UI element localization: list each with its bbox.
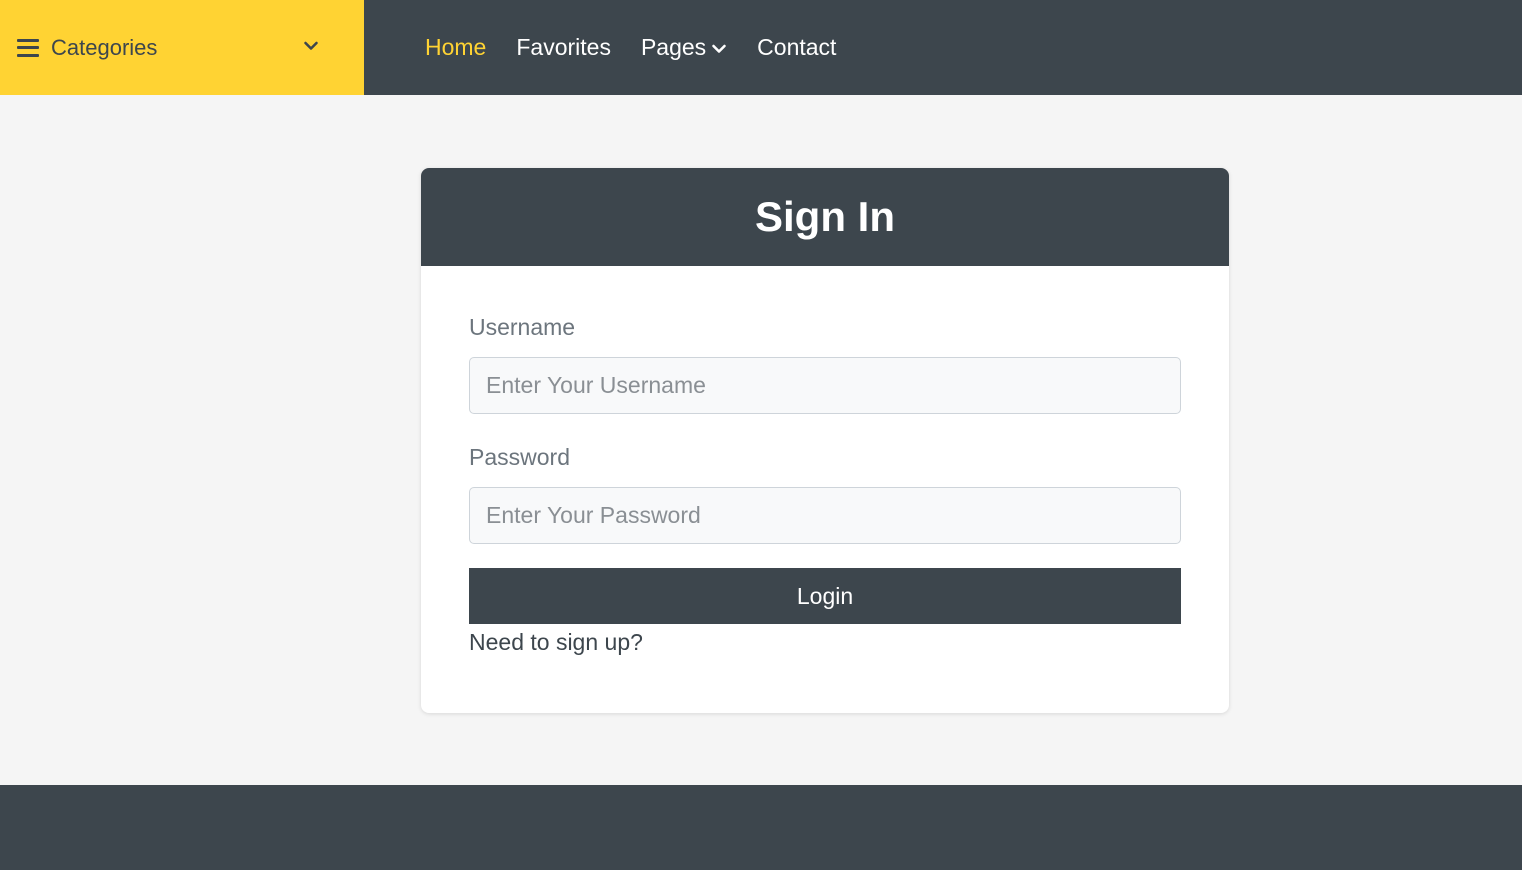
signin-form: Username Password Login Need to sign up?	[421, 266, 1229, 656]
signin-title: Sign In	[755, 193, 895, 240]
categories-label: Categories	[51, 34, 158, 60]
login-button[interactable]: Login	[469, 568, 1181, 624]
password-group: Password	[469, 444, 1181, 544]
signin-card-header: Sign In	[421, 168, 1229, 266]
bars-icon	[17, 38, 39, 57]
chevron-down-icon	[304, 41, 318, 50]
nav-favorites-label: Favorites	[516, 34, 611, 60]
signup-link[interactable]: Need to sign up?	[469, 629, 643, 656]
signin-card: Sign In Username Password Login Need to …	[421, 168, 1229, 713]
main-nav: Home Favorites Pages Contact	[425, 0, 866, 95]
password-input[interactable]	[469, 487, 1181, 544]
nav-contact-label: Contact	[757, 34, 837, 60]
categories-toggle[interactable]: Categories	[0, 0, 364, 95]
nav-contact[interactable]: Contact	[757, 34, 836, 61]
nav-favorites[interactable]: Favorites	[516, 34, 611, 61]
password-label: Password	[469, 444, 570, 470]
username-input[interactable]	[469, 357, 1181, 414]
chevron-down-icon	[712, 44, 726, 53]
nav-pages-label: Pages	[640, 34, 707, 60]
username-label: Username	[469, 314, 576, 340]
top-navbar: Categories Home Favorites Pages Contact	[0, 0, 1522, 95]
username-group: Username	[469, 314, 1181, 414]
footer	[0, 785, 1522, 870]
nav-pages-dropdown[interactable]: Pages	[641, 34, 727, 61]
nav-home-label: Home	[425, 34, 487, 60]
nav-home[interactable]: Home	[425, 34, 486, 61]
